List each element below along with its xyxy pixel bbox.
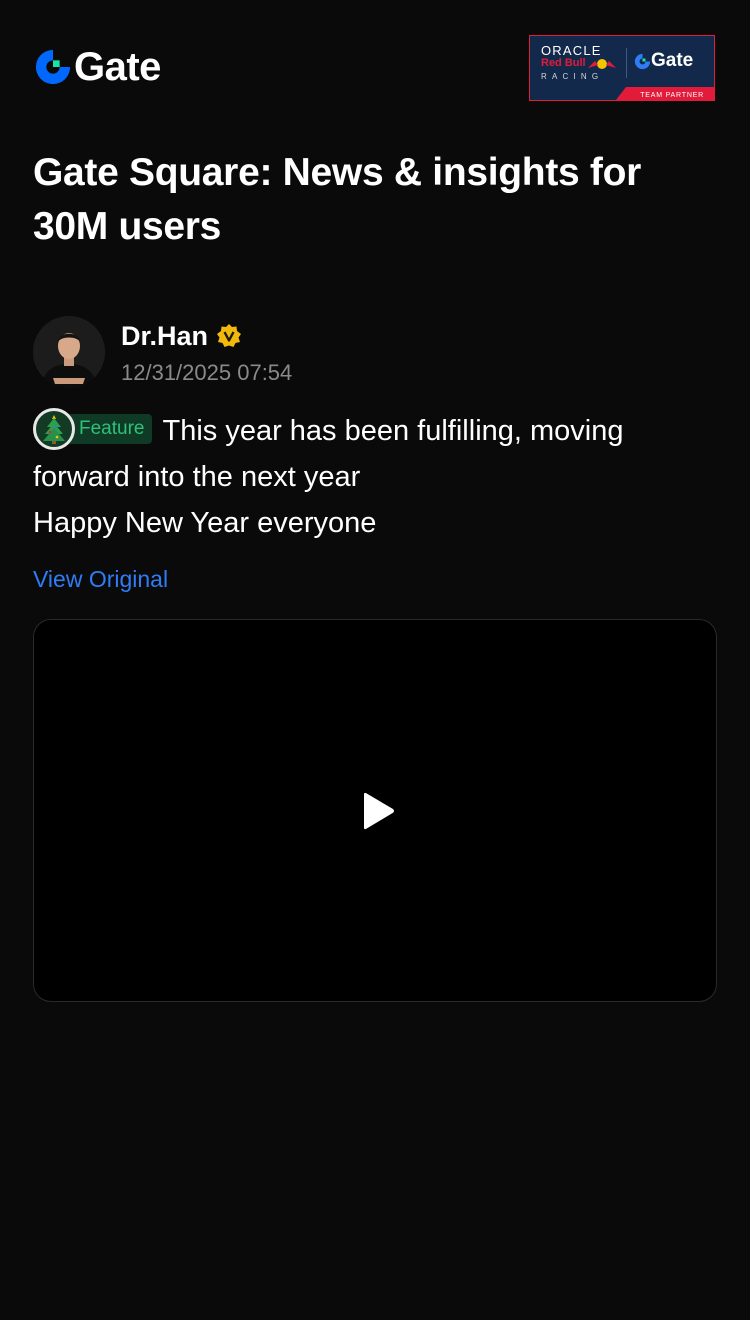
avatar-image (33, 316, 105, 388)
gate-partner-icon (634, 53, 651, 70)
gate-partner-wordmark: Gate (651, 50, 694, 71)
author-info: Dr.Han 12/31/2025 07:54 (121, 316, 292, 388)
author-name-row: Dr.Han (121, 320, 292, 352)
feature-tag[interactable]: Feature (67, 414, 153, 445)
post-timestamp: 12/31/2025 07:54 (121, 360, 293, 385)
feature-tag-group[interactable]: Feature (33, 408, 153, 451)
page-title: Gate Square: News & insights for 30M use… (33, 151, 642, 248)
christmas-tree-icon (33, 408, 75, 451)
play-icon[interactable] (357, 791, 397, 831)
author-name[interactable]: Dr.Han (121, 320, 208, 352)
red-bull-icon (588, 59, 616, 69)
racing-wordmark: RACING (541, 72, 604, 81)
video-player[interactable] (33, 619, 717, 1002)
gate-logo-icon (35, 49, 71, 85)
partner-divider (626, 48, 627, 78)
post-text-line-2: Happy New Year everyone (33, 507, 377, 539)
gate-logo[interactable]: Gate (34, 45, 161, 89)
partner-badge: ORACLE Red Bull RACING Gate TEAM PARTNER (529, 35, 715, 101)
team-partner-label: TEAM PARTNER (640, 92, 704, 99)
post-body: Feature This year has been fulfilling, m… (33, 408, 723, 546)
oracle-wordmark: ORACLE (541, 43, 602, 58)
avatar[interactable] (33, 316, 105, 388)
red-bull-wordmark: Red Bull (541, 57, 586, 69)
verified-badge-icon (217, 324, 242, 347)
view-original-link[interactable]: View Original (33, 566, 168, 593)
post-author[interactable]: Dr.Han 12/31/2025 07:54 (33, 316, 292, 388)
gate-logo-text: Gate (74, 45, 161, 89)
